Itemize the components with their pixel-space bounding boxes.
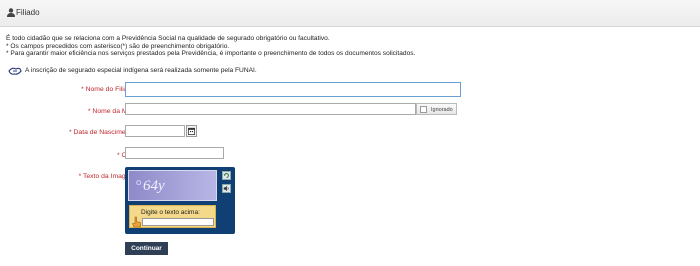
nome-filiado-input[interactable] [125, 82, 461, 97]
ignorado-toggle[interactable]: Ignorado [416, 103, 457, 115]
captcha-widget: ° 64y Digite o texto acima: [125, 167, 235, 234]
page-title: Filiado [16, 8, 40, 17]
ignorado-checkbox[interactable] [420, 106, 427, 113]
captcha-prompt-text: Digite o texto acima: [141, 209, 200, 216]
ignorado-label: Ignorado [431, 107, 453, 113]
data-nascimento-input[interactable] [125, 125, 185, 137]
captcha-refresh-button[interactable] [222, 171, 231, 180]
refresh-icon [223, 173, 229, 178]
page-header: Filiado [0, 0, 700, 27]
captcha-audio-button[interactable] [222, 184, 231, 193]
calendar-button[interactable] [186, 125, 197, 137]
captcha-answer-input[interactable] [142, 218, 214, 226]
intro-line: * Para garantir maior eficiência nos ser… [6, 50, 416, 58]
speaker-icon [223, 185, 229, 192]
intro-text: É todo cidadão que se relaciona com a Pr… [6, 35, 415, 58]
nome-mae-input[interactable] [125, 103, 416, 115]
user-icon [7, 8, 15, 17]
hand-pointer-icon [132, 216, 141, 228]
captcha-text: 64y [143, 178, 165, 194]
continuar-button[interactable]: Continuar [125, 242, 168, 255]
note-text: A inscrição de segurado especial indígen… [25, 67, 257, 74]
intro-line: * Os campos precedidos com asterisco(*) … [6, 42, 230, 50]
intro-line: É todo cidadão que se relaciona com a Pr… [6, 35, 330, 42]
cpf-input[interactable] [125, 147, 224, 159]
calendar-icon [188, 127, 195, 135]
captcha-image: ° 64y [128, 170, 217, 201]
captcha-prompt-box: Digite o texto acima: [129, 205, 216, 228]
indigenous-note-icon [8, 67, 22, 75]
